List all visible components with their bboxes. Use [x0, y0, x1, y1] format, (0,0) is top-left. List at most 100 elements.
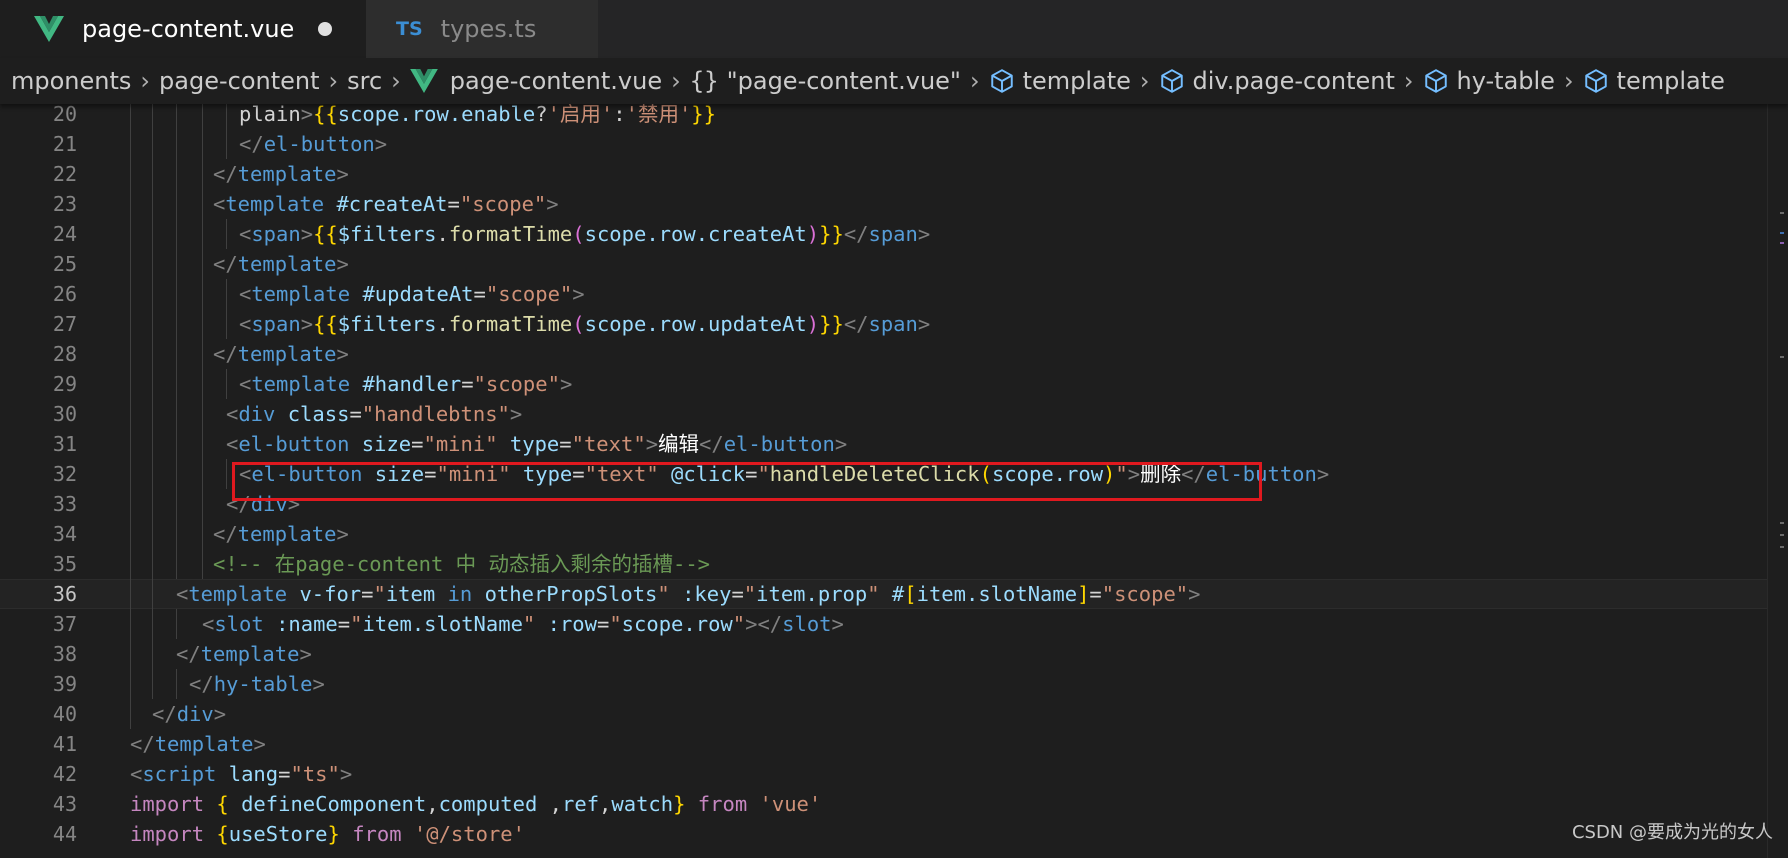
tab-types-ts[interactable]: TS types.ts: [366, 0, 598, 58]
indent-guide: [202, 189, 203, 219]
indent-guide: [226, 459, 227, 489]
breadcrumb-item-hy-table[interactable]: hy-table: [1423, 67, 1555, 95]
indent-guide: [130, 129, 131, 159]
code-line[interactable]: 36 <template v-for="item in otherPropSlot…: [0, 579, 1788, 609]
code-line[interactable]: 22 </template>: [0, 159, 1788, 189]
indent-guide: [152, 639, 153, 669]
breadcrumb-item-div-page-content[interactable]: div.page-content: [1159, 67, 1395, 95]
breadcrumb: mponents › page-content › src › page-con…: [0, 58, 1788, 104]
code-text: <template #updateAt="scope">: [239, 282, 585, 306]
code-text: </el-button>: [239, 132, 388, 156]
breadcrumb-item-file[interactable]: page-content.vue: [409, 67, 662, 95]
breadcrumb-item-module[interactable]: {} "page-content.vue": [690, 67, 961, 95]
code-line[interactable]: 42 <script lang="ts">: [0, 759, 1788, 789]
code-line[interactable]: 23 <template #createAt="scope">: [0, 189, 1788, 219]
indent-guide: [176, 399, 177, 429]
unsaved-dot-icon[interactable]: [318, 22, 333, 36]
code-line[interactable]: 29 <template #handler="scope">: [0, 369, 1788, 399]
indent-guide: [130, 159, 131, 189]
code-text: <span>{{$filters.formatTime(scope.row.cr…: [239, 222, 931, 246]
tab-page-content-vue[interactable]: page-content.vue: [14, 0, 366, 58]
breadcrumb-item-template-inner[interactable]: template: [1583, 67, 1725, 95]
indent-guide: [176, 159, 177, 189]
indent-guide: [130, 549, 131, 579]
indent-guide: [176, 519, 177, 549]
indent-guide: [130, 699, 131, 729]
indent-guide: [130, 309, 131, 339]
code-line[interactable]: 24 <span>{{$filters.formatTime(scope.row.…: [0, 219, 1788, 249]
indent-guide: [152, 579, 153, 609]
code-line[interactable]: 41 </template>: [0, 729, 1788, 759]
cube-icon: [1584, 69, 1607, 93]
watermark: CSDN @要成为光的女人: [1571, 822, 1773, 843]
code-line[interactable]: 26 <template #updateAt="scope">: [0, 279, 1788, 309]
code-line[interactable]: 30 <div class="handlebtns">: [0, 399, 1788, 429]
braces-icon: {}: [689, 67, 719, 95]
indent-guide: [130, 399, 131, 429]
ts-icon: TS: [396, 18, 423, 40]
indent-guide: [176, 189, 177, 219]
indent-guide: [152, 489, 153, 519]
breadcrumb-item-src[interactable]: src: [347, 67, 382, 95]
vue-icon: [34, 16, 64, 42]
code-line[interactable]: 31 <el-button size="mini" type="text">编辑<…: [0, 429, 1788, 459]
code-text: <slot :name="item.slotName" :row="scope.…: [202, 612, 844, 636]
indent-guide: [176, 489, 177, 519]
code-line[interactable]: 44 import {useStore} from '@/store': [0, 819, 1788, 849]
breadcrumb-item-components[interactable]: mponents: [11, 67, 131, 95]
indent-guide: [130, 249, 131, 279]
line-number: 35: [52, 552, 77, 576]
indent-guide: [202, 129, 203, 159]
breadcrumb-item-template[interactable]: template: [989, 67, 1131, 95]
indent-guide: [176, 129, 177, 159]
cube-icon: [990, 69, 1013, 93]
code-line[interactable]: 27 <span>{{$filters.formatTime(scope.row.…: [0, 309, 1788, 339]
code-text: <div class="handlebtns">: [226, 402, 523, 426]
code-line[interactable]: 28 </template>: [0, 339, 1788, 369]
code-line[interactable]: 25 </template>: [0, 249, 1788, 279]
code-line[interactable]: 43 import { defineComponent,computed ,ref…: [0, 789, 1788, 819]
indent-guide: [176, 369, 177, 399]
ruler-mark: [1780, 522, 1784, 524]
chevron-right-icon: ›: [391, 67, 401, 95]
indent-guide: [202, 159, 203, 189]
code-text: <span>{{$filters.formatTime(scope.row.up…: [239, 312, 931, 336]
indent-guide: [152, 609, 153, 639]
indent-guide: [202, 549, 203, 579]
indent-guide: [152, 519, 153, 549]
code-line[interactable]: 40 </div>: [0, 699, 1788, 729]
code-line[interactable]: 35 <!-- 在page-content 中 动态插入剩余的插槽-->: [0, 549, 1788, 579]
line-number: 43: [52, 792, 77, 816]
indent-guide: [130, 429, 131, 459]
indent-guide: [202, 339, 203, 369]
code-text: import { defineComponent,computed ,ref,w…: [130, 792, 822, 816]
indent-guide: [176, 279, 177, 309]
editor-window: page-content.vue TS types.ts mponents › …: [0, 0, 1788, 858]
indent-guide: [130, 279, 131, 309]
code-line[interactable]: 38 </template>: [0, 639, 1788, 669]
line-number: 38: [52, 642, 77, 666]
overview-ruler[interactable]: [1767, 104, 1788, 858]
code-text: <!-- 在page-content 中 动态插入剩余的插槽-->: [213, 552, 711, 576]
indent-guide: [226, 369, 227, 399]
indent-guide: [176, 219, 177, 249]
line-number: 24: [52, 222, 77, 246]
ruler-mark: [1780, 356, 1784, 358]
indent-guide: [130, 189, 131, 219]
code-text: </div>: [152, 702, 227, 726]
indent-guide: [130, 579, 131, 609]
code-line[interactable]: 34 </template>: [0, 519, 1788, 549]
indent-guide: [176, 339, 177, 369]
indent-guide: [152, 399, 153, 429]
ruler-mark: [1780, 212, 1784, 214]
line-number: 37: [52, 612, 77, 636]
breadcrumb-item-page-content[interactable]: page-content: [159, 67, 320, 95]
code-line[interactable]: 37 <slot :name="item.slotName" :row="scop…: [0, 609, 1788, 639]
code-line[interactable]: 21 </el-button>: [0, 129, 1788, 159]
code-text: <script lang="ts">: [130, 762, 353, 786]
code-line[interactable]: 39 </hy-table>: [0, 669, 1788, 699]
ruler-mark: [1780, 546, 1784, 548]
line-number: 42: [52, 762, 77, 786]
line-number: 29: [52, 372, 77, 396]
code-text: <el-button size="mini" type="text">编辑</e…: [226, 432, 848, 456]
